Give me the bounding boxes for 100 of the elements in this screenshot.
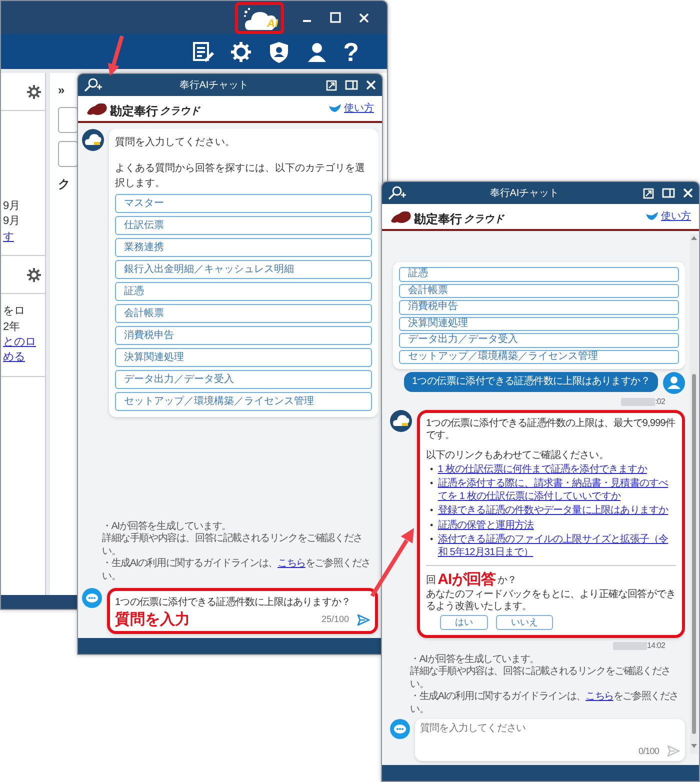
bot-avatar-icon xyxy=(82,129,104,151)
list-edit-icon[interactable] xyxy=(191,40,216,64)
settings-icon[interactable] xyxy=(27,84,41,98)
feedback-text: か？ xyxy=(498,575,517,588)
text-fragment: ク xyxy=(58,176,70,193)
close-icon[interactable] xyxy=(683,188,693,198)
side-panel-icon[interactable] xyxy=(345,80,358,90)
close-icon[interactable] xyxy=(366,80,376,90)
text-fragment: をロ xyxy=(2,304,26,320)
category-button[interactable]: 仕訳伝票 xyxy=(115,216,372,235)
answer-text: 1つの伝票に添付できる証憑件数の上限は、最大で9,999件です。 xyxy=(426,418,676,442)
link[interactable]: める xyxy=(1,350,45,366)
user-avatar-icon xyxy=(663,372,685,394)
feedback-button[interactable]: はい xyxy=(440,615,488,630)
link[interactable]: 1 枚の仕訳伝票に何件まで証憑を添付できますか xyxy=(438,464,647,476)
feedback-button[interactable]: いいえ xyxy=(496,615,553,630)
zoom-in-icon[interactable] xyxy=(84,78,102,92)
link[interactable]: 添付できる証憑のファイルの上限サイズと拡張子（令和 5年12月31日まで） xyxy=(438,534,676,560)
bullet: • xyxy=(430,478,433,490)
link[interactable]: す xyxy=(1,230,45,246)
question-input[interactable]: 質問を入力してください xyxy=(420,723,680,743)
blurred-date xyxy=(612,642,647,650)
chat-icon xyxy=(82,588,102,608)
popout-icon[interactable] xyxy=(643,188,654,198)
bullet: • xyxy=(430,505,433,518)
text-fragment: 2年 xyxy=(2,320,22,335)
feedback-note: あなたのフィードバックをもとに、より正確な回答ができるよう改善いたします。 xyxy=(426,589,676,614)
note-text: 詳細な手順や内容は、回答に記載されるリンクをご確認ください。 xyxy=(102,533,364,558)
bullet: • xyxy=(430,520,433,532)
popout-icon[interactable] xyxy=(326,80,337,90)
callout-label: 質問を入力 xyxy=(115,612,190,627)
logo-text: 勘定奉行 xyxy=(110,104,158,116)
window-title: 奉行AIチャット xyxy=(488,186,560,200)
help-button[interactable]: ? xyxy=(343,38,359,64)
user-message: 1つの伝票に添付できる証憑件数に上限はありますか？ xyxy=(404,372,658,392)
category-button[interactable]: 会計帳票 xyxy=(115,304,372,323)
logo-text: 勘定奉行 xyxy=(414,212,462,224)
input-field[interactable]: 質問を入力してください 0/100 xyxy=(415,719,685,761)
category-button[interactable]: 決算関連処理 xyxy=(399,316,679,332)
callout-arrow xyxy=(370,528,414,598)
timestamp: 14:02 xyxy=(646,640,665,650)
category-button[interactable]: セットアップ／環境構築／ライセンス管理 xyxy=(399,350,679,364)
category-button[interactable]: データ出力／データ受入 xyxy=(399,333,679,348)
chat-icon xyxy=(390,719,410,739)
category-button[interactable]: 消費税申告 xyxy=(115,326,372,345)
category-button[interactable]: 業務連携 xyxy=(115,238,372,257)
link[interactable]: 証憑の保管と運用方法 xyxy=(438,520,534,532)
scrollbar[interactable] xyxy=(690,234,698,754)
callout-label: AIが回答 xyxy=(438,572,496,588)
note-text: ・生成AIの利用に関するガイドラインは、こちらをご参照ください。 xyxy=(102,558,372,583)
category-button[interactable]: データ出力／データ受入 xyxy=(115,370,372,389)
logo-text: クラウド xyxy=(464,214,504,224)
maximize-icon[interactable] xyxy=(330,12,341,23)
category-button[interactable]: 消費税申告 xyxy=(399,300,679,315)
settings-icon[interactable] xyxy=(27,268,41,282)
blurred-date xyxy=(621,398,656,406)
text-fragment: 9月 xyxy=(2,199,22,214)
bird-icon xyxy=(329,104,341,113)
callout-arrow xyxy=(108,35,124,76)
category-button[interactable]: マスター xyxy=(115,194,372,213)
bot-avatar-icon xyxy=(390,410,412,432)
link[interactable]: 証憑を添付する際に、請求書・納品書・見積書のすべてを 1 枚の仕訳伝票に添付していいですか xyxy=(438,478,676,504)
panel-button[interactable] xyxy=(58,107,78,133)
note-text: ・AIが回答を生成しています。 xyxy=(410,654,540,666)
close-icon[interactable] xyxy=(359,12,369,22)
category-button[interactable]: 銀行入出金明細／キャッシュレス明細 xyxy=(115,260,372,279)
bird-icon xyxy=(646,212,658,221)
link[interactable]: とのロ xyxy=(1,334,45,350)
message-text: 質問を入力してください。 xyxy=(115,136,236,150)
panel-button[interactable] xyxy=(58,141,78,167)
text-fragment: 9月 xyxy=(2,214,22,230)
guideline-link[interactable]: こちら xyxy=(585,691,614,702)
category-button[interactable]: 証憑 xyxy=(115,282,372,301)
note-text: ・生成AIの利用に関するガイドラインは、こちらをご参照ください。 xyxy=(410,691,680,716)
note-text: ・AIが回答を生成しています。 xyxy=(102,520,232,532)
category-button[interactable]: 決算関連処理 xyxy=(115,348,372,367)
bullet: • xyxy=(430,534,433,546)
character-counter: 25/100 xyxy=(321,612,349,626)
category-button[interactable]: 会計帳票 xyxy=(399,284,679,298)
question-input[interactable]: 1つの伝票に添付できる証憑件数に上限はありますか？ xyxy=(115,595,370,610)
timestamp: :02 xyxy=(655,397,665,407)
side-panel-icon[interactable] xyxy=(662,188,675,198)
logo-icon xyxy=(86,100,108,116)
category-button[interactable]: 証憑 xyxy=(399,267,679,282)
zoom-in-icon[interactable] xyxy=(388,186,406,200)
expand-text[interactable]: » xyxy=(58,81,65,99)
character-counter: 0/100 xyxy=(638,746,659,756)
category-button[interactable]: セットアップ／環境構築／ライセンス管理 xyxy=(115,392,372,411)
help-link[interactable]: 使い方 xyxy=(344,101,374,116)
help-link[interactable]: 使い方 xyxy=(661,209,691,224)
link[interactable]: 登録できる証憑の件数やデータ量に上限はありますか xyxy=(438,505,668,518)
guideline-link[interactable]: こちら xyxy=(277,558,306,569)
send-button[interactable] xyxy=(357,614,370,626)
input-field[interactable]: 1つの伝票に添付できる証憑件数に上限はありますか？ 質問を入力 25/100 xyxy=(107,588,378,634)
message-text: よくある質問から回答を探すには、以下のカテゴリを選択します。 xyxy=(115,162,366,191)
logo-icon xyxy=(390,208,412,224)
answer-text: 以下のリンクもあわせてご確認ください。 xyxy=(426,450,610,462)
window-title: 奉行AIチャット xyxy=(178,78,250,92)
note-text: 詳細な手順や内容は、回答に記載されるリンクをご確認ください。 xyxy=(410,666,672,690)
logo-text: クラウド xyxy=(160,106,200,116)
